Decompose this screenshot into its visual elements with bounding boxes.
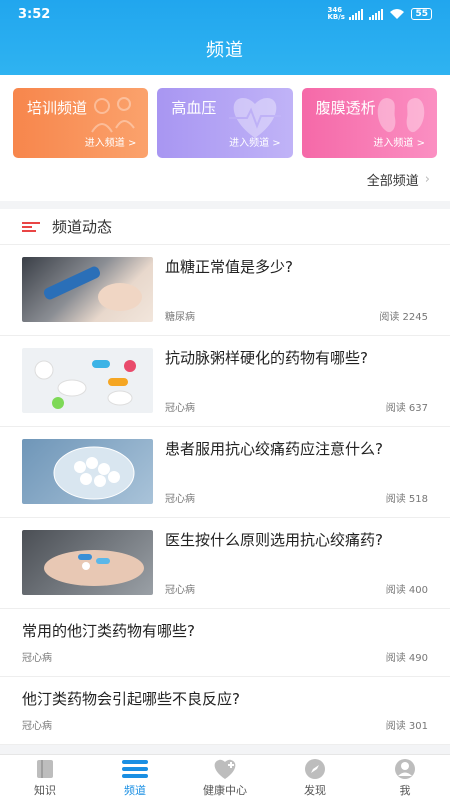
all-channels-link[interactable]: 全部频道 › xyxy=(0,158,450,201)
tab-discover[interactable]: 发现 xyxy=(270,755,360,800)
article-tag: 冠心病 xyxy=(165,494,195,505)
heart-plus-icon xyxy=(211,758,239,780)
tab-label: 健康中心 xyxy=(203,783,247,797)
network-speed: 346 KB/s xyxy=(327,6,345,21)
article-tag: 冠心病 xyxy=(22,653,52,664)
status-time: 3:52 xyxy=(18,6,51,22)
article-thumbnail xyxy=(22,348,153,413)
enter-channel-link[interactable]: 进入频道 > xyxy=(229,134,281,149)
article-title: 他汀类药物会引起哪些不良反应? xyxy=(22,690,240,708)
enter-channel-link[interactable]: 进入频道 > xyxy=(85,134,137,149)
channel-cards: 培训频道 进入频道 > 高血压 进入频道 > 腹膜透析 进入频道 > xyxy=(0,75,450,158)
tab-label: 知识 xyxy=(34,783,56,797)
section-lines-icon xyxy=(22,220,40,234)
article-reads: 阅读 490 xyxy=(385,653,428,664)
channel-name: 培训频道 xyxy=(27,99,88,117)
battery-icon: 55 xyxy=(411,8,432,20)
article-thumbnail xyxy=(22,257,153,322)
status-bar: 3:52 346 KB/s 55 xyxy=(0,0,450,28)
channel-card-dialysis[interactable]: 腹膜透析 进入频道 > xyxy=(301,88,437,158)
article-tag: 冠心病 xyxy=(165,403,195,414)
section-title: 频道动态 xyxy=(52,218,113,236)
tab-channel[interactable]: 频道 xyxy=(90,755,180,800)
enter-channel-link[interactable]: 进入频道 > xyxy=(373,134,425,149)
app-header: 3:52 346 KB/s 55 频道 xyxy=(0,0,450,75)
article-item[interactable]: 血糖正常值是多少? 糖尿病 阅读 2245 xyxy=(0,245,450,336)
article-title: 患者服用抗心绞痛药应注意什么? xyxy=(165,440,383,458)
article-tag: 冠心病 xyxy=(165,585,195,596)
article-reads: 阅读 637 xyxy=(385,403,428,414)
article-thumbnail xyxy=(22,439,153,504)
bottom-tab-bar: 知识 频道 健康中心 发现 我 xyxy=(0,754,450,800)
article-title: 医生按什么原则选用抗心绞痛药? xyxy=(165,531,383,549)
article-reads: 阅读 2245 xyxy=(379,312,428,323)
tab-health-center[interactable]: 健康中心 xyxy=(180,755,270,800)
tab-me[interactable]: 我 xyxy=(360,755,450,800)
tab-label: 频道 xyxy=(124,783,146,797)
article-item[interactable]: 患者服用抗心绞痛药应注意什么? 冠心病 阅读 518 xyxy=(0,427,450,518)
menu-icon xyxy=(122,758,148,780)
channel-card-training[interactable]: 培训频道 进入频道 > xyxy=(13,88,149,158)
channel-card-hypertension[interactable]: 高血压 进入频道 > xyxy=(157,88,293,158)
user-icon xyxy=(394,758,416,780)
article-title: 抗动脉粥样硬化的药物有哪些? xyxy=(165,349,368,367)
section-header: 频道动态 xyxy=(0,209,450,245)
article-title: 血糖正常值是多少? xyxy=(165,258,293,276)
article-tag: 糖尿病 xyxy=(165,312,195,323)
article-list: 血糖正常值是多少? 糖尿病 阅读 2245 抗动脉粥样硬化的药物有哪些? 冠心病… xyxy=(0,245,450,745)
article-item[interactable]: 抗动脉粥样硬化的药物有哪些? 冠心病 阅读 637 xyxy=(0,336,450,427)
tab-label: 发现 xyxy=(304,783,326,797)
article-thumbnail xyxy=(22,530,153,595)
article-item[interactable]: 他汀类药物会引起哪些不良反应? 冠心病 阅读 301 xyxy=(0,677,450,745)
all-channels-label: 全部频道 xyxy=(366,174,419,189)
article-reads: 阅读 301 xyxy=(385,721,428,732)
compass-icon xyxy=(304,758,326,780)
article-reads: 阅读 518 xyxy=(385,494,428,505)
status-icons: 346 KB/s 55 xyxy=(327,7,432,21)
article-item[interactable]: 医生按什么原则选用抗心绞痛药? 冠心病 阅读 400 xyxy=(0,518,450,609)
signal-icon-2 xyxy=(369,8,384,20)
chevron-right-icon: › xyxy=(424,172,430,187)
channel-name: 高血压 xyxy=(171,99,217,117)
page-title: 频道 xyxy=(206,40,244,61)
article-item[interactable]: 常用的他汀类药物有哪些? 冠心病 阅读 490 xyxy=(0,609,450,677)
wifi-icon xyxy=(390,9,405,19)
article-reads: 阅读 400 xyxy=(385,585,428,596)
signal-icon xyxy=(349,8,364,20)
book-icon xyxy=(34,758,56,780)
channel-name: 腹膜透析 xyxy=(315,99,376,117)
tab-knowledge[interactable]: 知识 xyxy=(0,755,90,800)
article-title: 常用的他汀类药物有哪些? xyxy=(22,622,195,640)
article-tag: 冠心病 xyxy=(22,721,52,732)
tab-label: 我 xyxy=(399,783,411,797)
